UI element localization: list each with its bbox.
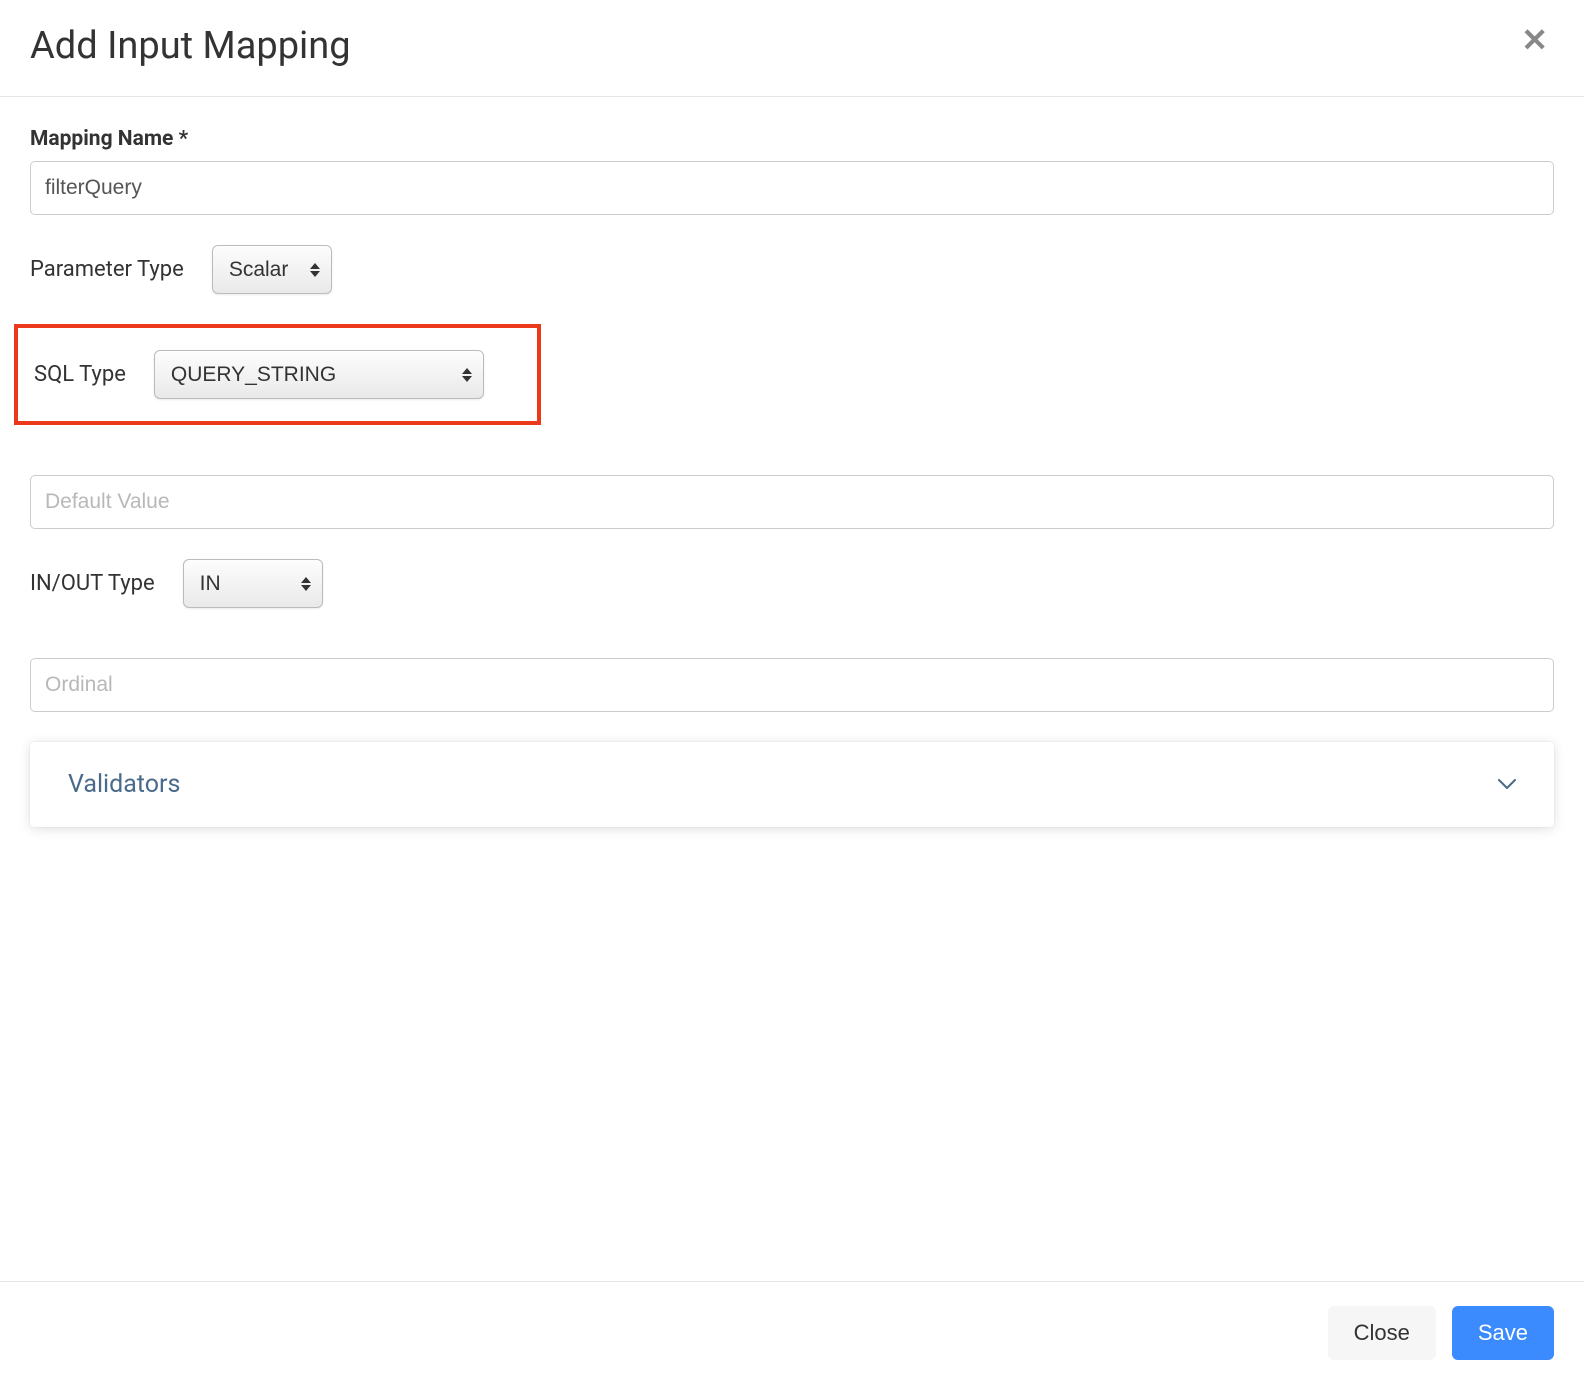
default-value-group [30,475,1554,529]
validators-panel[interactable]: Validators [30,742,1554,827]
add-input-mapping-modal: Add Input Mapping ✕ Mapping Name * Param… [0,0,1584,1390]
inout-type-label: IN/OUT Type [30,571,155,596]
inout-type-row: IN/OUT Type IN [30,559,1554,608]
modal-body: Mapping Name * Parameter Type Scalar SQL… [0,97,1584,1281]
parameter-type-row: Parameter Type Scalar [30,245,1554,294]
modal-footer: Close Save [0,1281,1584,1390]
save-button[interactable]: Save [1452,1306,1554,1360]
mapping-name-group: Mapping Name * [30,127,1554,215]
mapping-name-input[interactable] [30,161,1554,215]
sql-type-label: SQL Type [34,362,126,387]
chevron-down-icon [1498,779,1516,790]
inout-type-select[interactable]: IN [183,559,323,608]
close-icon[interactable]: ✕ [1515,24,1554,56]
close-button[interactable]: Close [1328,1306,1436,1360]
ordinal-input[interactable] [30,658,1554,712]
inout-type-select-wrap: IN [183,559,323,608]
sql-type-select[interactable]: QUERY_STRING [154,350,484,399]
validators-title: Validators [68,770,180,799]
parameter-type-label: Parameter Type [30,257,184,282]
ordinal-group [30,658,1554,712]
modal-header: Add Input Mapping ✕ [0,0,1584,97]
modal-title: Add Input Mapping [30,24,351,68]
sql-type-select-wrap: QUERY_STRING [154,350,484,399]
parameter-type-select-wrap: Scalar [212,245,332,294]
sql-type-highlight: SQL Type QUERY_STRING [14,324,541,425]
parameter-type-select[interactable]: Scalar [212,245,332,294]
mapping-name-label: Mapping Name * [30,127,188,151]
default-value-input[interactable] [30,475,1554,529]
